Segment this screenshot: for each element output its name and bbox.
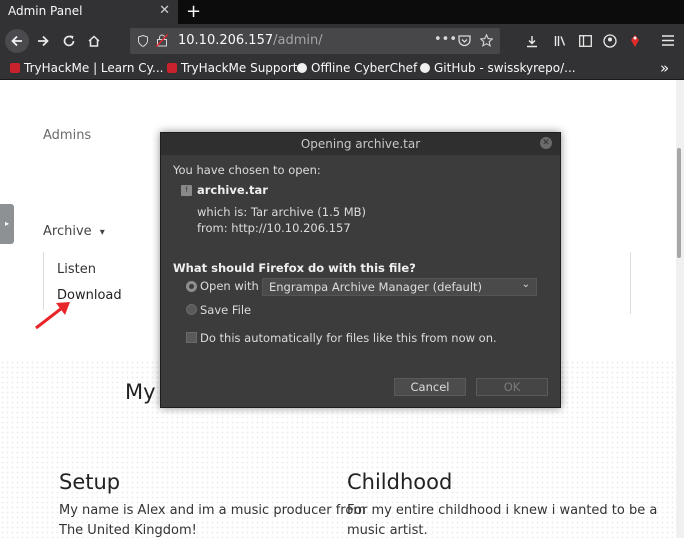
- library-icon[interactable]: [554, 35, 567, 47]
- auto-action-label[interactable]: Do this automatically for files like thi…: [200, 331, 497, 345]
- tab-admin-panel[interactable]: Admin Panel ✕: [0, 0, 178, 24]
- side-panel-toggle[interactable]: ▸: [0, 204, 14, 244]
- bookmark-label: TryHackMe | Learn Cy...: [24, 61, 164, 75]
- bookmark-label: GitHub - swisskyrepo/...: [434, 61, 576, 75]
- account-icon[interactable]: [603, 34, 617, 48]
- tryhackme-icon: [167, 63, 177, 73]
- section-title-childhood: Childhood: [347, 470, 453, 494]
- text-line: music artist.: [347, 523, 428, 538]
- bookmark-star-icon[interactable]: [480, 34, 493, 47]
- downloads-icon[interactable]: [526, 35, 538, 48]
- archive-label: Archive: [43, 224, 92, 239]
- url-host: 10.10.206.157: [178, 33, 274, 48]
- ok-button[interactable]: OK: [476, 378, 548, 396]
- bookmarks-toolbar: TryHackMe | Learn Cy... TryHackMe Suppor…: [0, 58, 684, 80]
- section-text-childhood: For my entire childhood i knew i wanted …: [347, 501, 657, 538]
- bookmark-tryhackme[interactable]: TryHackMe | Learn Cy...: [10, 61, 164, 75]
- reload-button[interactable]: [62, 34, 76, 48]
- pocket-icon[interactable]: [458, 35, 471, 47]
- open-with-select[interactable]: Engrampa Archive Manager (default) ⌄: [262, 278, 537, 296]
- menu-item-listen[interactable]: Listen: [57, 262, 96, 277]
- tryhackme-icon: [10, 63, 20, 73]
- open-with-label[interactable]: Open with: [200, 279, 259, 293]
- dialog-question: What should Firefox do with this file?: [173, 261, 416, 275]
- chevron-down-icon: ⌄: [521, 279, 530, 290]
- scrollbar-thumb[interactable]: [677, 148, 681, 258]
- bookmark-label: TryHackMe Support: [181, 61, 298, 75]
- extension-icon[interactable]: [628, 34, 642, 48]
- download-dialog: Opening archive.tar ✕ You have chosen to…: [160, 132, 561, 408]
- section-text-setup: My name is Alex and im a music producer …: [59, 501, 366, 538]
- tab-bar: Admin Panel ✕ +: [0, 0, 684, 24]
- file-type: which is: Tar archive (1.5 MB): [197, 205, 367, 219]
- save-file-radio[interactable]: [186, 304, 197, 315]
- file-source: from: http://10.10.206.157: [197, 221, 351, 235]
- chevron-down-icon: ▾: [99, 227, 105, 238]
- dialog-titlebar[interactable]: Opening archive.tar ✕: [161, 133, 560, 155]
- text-line: For my entire childhood i knew i wanted …: [347, 503, 658, 518]
- text-line: My name is Alex and im a music producer …: [59, 503, 366, 518]
- content-divider: [630, 252, 631, 314]
- shield-icon[interactable]: [138, 35, 148, 47]
- home-button[interactable]: [87, 34, 101, 48]
- text-line: The United Kingdom!: [59, 523, 197, 538]
- new-tab-button[interactable]: +: [186, 1, 201, 22]
- github-icon: [420, 63, 430, 73]
- auto-action-checkbox[interactable]: [186, 332, 197, 343]
- open-with-radio[interactable]: [186, 281, 197, 292]
- bookmark-github[interactable]: GitHub - swisskyrepo/...: [420, 61, 576, 75]
- insecure-lock-icon[interactable]: [156, 34, 168, 47]
- page-actions-icon[interactable]: •••: [434, 32, 457, 47]
- annotation-arrow-icon: [35, 302, 70, 330]
- cancel-button[interactable]: Cancel: [394, 378, 466, 396]
- dialog-close-icon[interactable]: ✕: [540, 137, 552, 149]
- url-bar[interactable]: 10.10.206.157/admin/ •••: [130, 28, 500, 54]
- url-path: /admin/: [273, 33, 323, 48]
- menu-icon[interactable]: [662, 35, 674, 46]
- tab-close-icon[interactable]: ✕: [159, 3, 170, 18]
- file-icon: f: [181, 185, 192, 196]
- bookmarks-overflow-button[interactable]: »: [660, 59, 669, 77]
- back-button[interactable]: [5, 29, 29, 53]
- navigation-bar: 10.10.206.157/admin/ •••: [0, 24, 684, 58]
- sidebar-toggle-icon[interactable]: [579, 35, 592, 47]
- url-text[interactable]: 10.10.206.157/admin/: [178, 33, 323, 48]
- page-heading: My: [125, 380, 156, 404]
- nav-admins[interactable]: Admins: [43, 128, 91, 143]
- forward-button[interactable]: [36, 34, 50, 48]
- section-title-setup: Setup: [59, 470, 121, 494]
- nav-archive[interactable]: Archive ▾: [43, 224, 105, 239]
- bookmark-cyberchef[interactable]: Offline CyberChef: [297, 61, 417, 75]
- cyberchef-icon: [297, 63, 307, 73]
- bookmark-tryhackme-support[interactable]: TryHackMe Support: [167, 61, 298, 75]
- dialog-title: Opening archive.tar: [300, 137, 421, 151]
- bookmark-label: Offline CyberChef: [311, 61, 418, 75]
- file-name: archive.tar: [197, 183, 268, 197]
- save-file-label[interactable]: Save File: [200, 303, 251, 317]
- open-with-value: Engrampa Archive Manager (default): [269, 280, 483, 294]
- tab-title: Admin Panel: [8, 4, 83, 18]
- dialog-intro: You have chosen to open:: [173, 163, 321, 177]
- back-arrow-icon: [11, 35, 22, 47]
